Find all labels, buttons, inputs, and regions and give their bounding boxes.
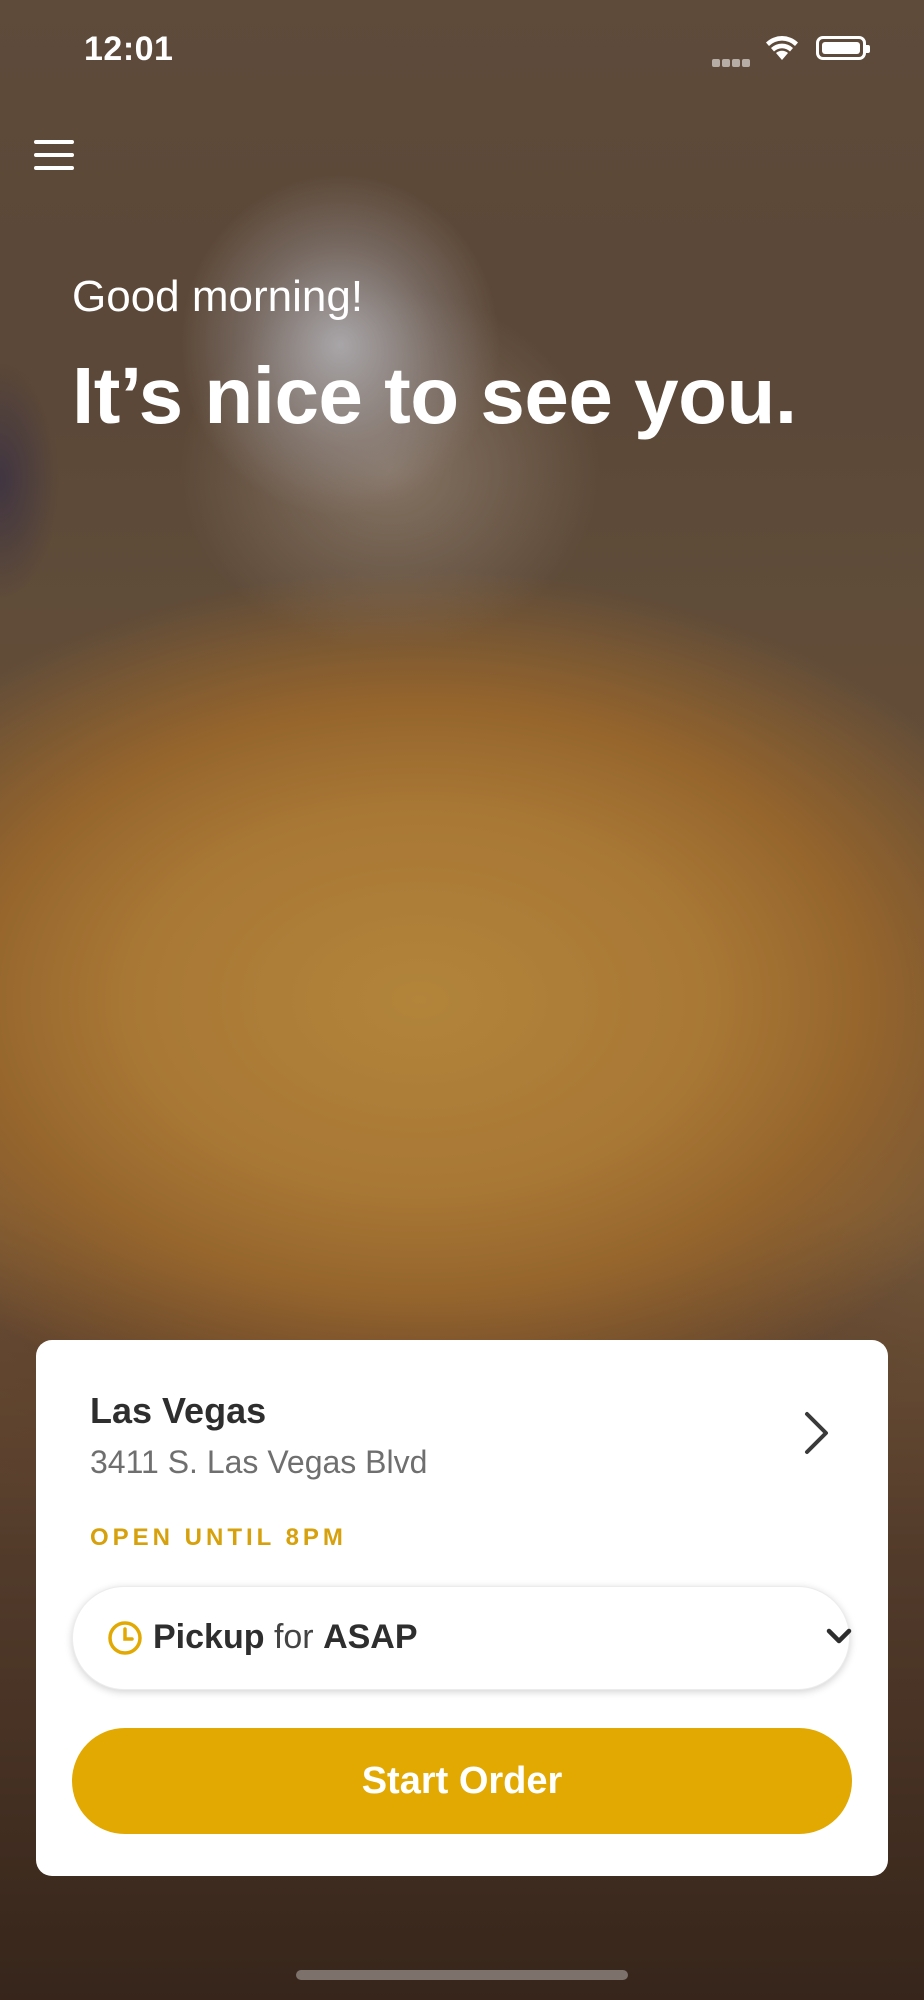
battery-icon bbox=[816, 36, 870, 60]
location-address: 3411 S. Las Vegas Blvd bbox=[90, 1444, 428, 1480]
chevron-right-icon bbox=[802, 1410, 832, 1461]
order-mode-dropdown[interactable]: Pickup for ASAP bbox=[72, 1586, 853, 1690]
home-indicator[interactable] bbox=[296, 1970, 628, 1980]
page-title: It’s nice to see you. bbox=[72, 351, 797, 440]
hamburger-menu-icon[interactable] bbox=[34, 140, 74, 176]
cellular-signal-icon bbox=[712, 54, 752, 72]
wifi-icon bbox=[764, 34, 800, 67]
order-mode-time: ASAP bbox=[323, 1618, 418, 1656]
status-time: 12:01 bbox=[84, 30, 174, 68]
start-order-button[interactable]: Start Order bbox=[72, 1728, 852, 1834]
open-status-label: OPEN UNTIL 8PM bbox=[90, 1524, 347, 1551]
clock-icon bbox=[107, 1620, 143, 1661]
location-card: Las Vegas 3411 S. Las Vegas Blvd OPEN UN… bbox=[36, 1340, 888, 1876]
status-bar: 12:01 bbox=[0, 0, 924, 100]
greeting-text: Good morning! bbox=[72, 272, 364, 321]
order-mode-text: Pickup for ASAP bbox=[153, 1618, 418, 1657]
chevron-down-icon bbox=[825, 1627, 853, 1652]
location-selector[interactable]: Las Vegas 3411 S. Las Vegas Blvd bbox=[36, 1340, 888, 1500]
location-name: Las Vegas bbox=[90, 1390, 267, 1431]
order-mode-connector: for bbox=[273, 1618, 314, 1656]
order-mode-type: Pickup bbox=[153, 1618, 265, 1656]
